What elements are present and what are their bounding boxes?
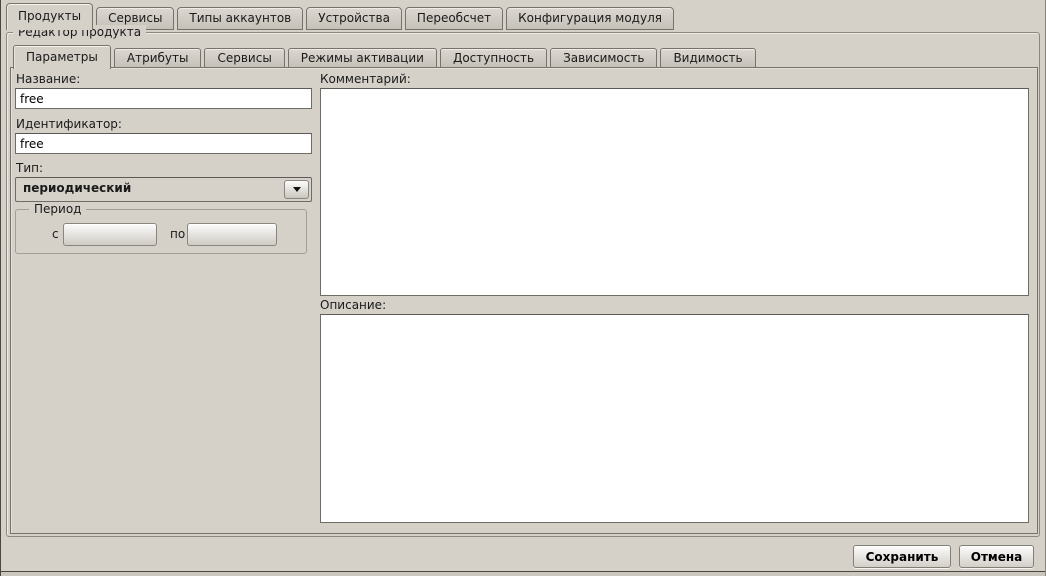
comment-label: Комментарий: <box>320 72 411 87</box>
save-button[interactable]: Сохранить <box>853 545 951 568</box>
type-label: Тип: <box>16 161 43 176</box>
tab-devices[interactable]: Устройства <box>306 7 402 30</box>
tab-dependency[interactable]: Зависимость <box>550 48 657 68</box>
parameters-panel: Название: Идентификатор: Тип: периодичес… <box>10 67 1038 534</box>
tab-products[interactable]: Продукты <box>6 3 93 30</box>
tab-visibility[interactable]: Видимость <box>660 48 755 68</box>
type-combobox[interactable]: периодический <box>15 177 312 202</box>
comment-textarea[interactable] <box>320 88 1029 296</box>
period-from-label: с <box>52 227 59 242</box>
period-to-label: по <box>170 227 185 242</box>
period-to-button[interactable] <box>187 223 277 246</box>
editor-tabstrip: Параметры Атрибуты Сервисы Режимы актива… <box>13 44 756 68</box>
name-input[interactable] <box>15 88 312 109</box>
application-window: Продукты Сервисы Типы аккаунтов Устройст… <box>0 0 1046 576</box>
tab-availability[interactable]: Доступность <box>440 48 547 68</box>
product-editor-groupbox: Редактор продукта Параметры Атрибуты Сер… <box>6 32 1040 537</box>
period-from-button[interactable] <box>63 223 157 246</box>
type-combobox-value: периодический <box>23 181 131 195</box>
identifier-input[interactable] <box>15 133 312 154</box>
window-bottom-border <box>1 571 1045 576</box>
period-title: Период <box>29 202 86 217</box>
description-textarea[interactable] <box>320 314 1029 523</box>
tab-module-config[interactable]: Конфигурация модуля <box>506 7 674 30</box>
tab-parameters[interactable]: Параметры <box>13 45 111 69</box>
tab-recalculation[interactable]: Переобсчет <box>405 7 503 30</box>
period-groupbox: Период с по <box>15 209 307 254</box>
tab-editor-services[interactable]: Сервисы <box>204 48 284 68</box>
description-label: Описание: <box>320 298 386 313</box>
chevron-down-icon <box>293 187 301 192</box>
type-combobox-arrow-button[interactable] <box>284 180 309 199</box>
cancel-button[interactable]: Отмена <box>959 545 1034 568</box>
tab-account-types[interactable]: Типы аккаунтов <box>177 7 303 30</box>
identifier-label: Идентификатор: <box>16 117 122 132</box>
name-label: Название: <box>16 72 80 87</box>
tab-attributes[interactable]: Атрибуты <box>114 48 202 68</box>
tab-activation-modes[interactable]: Режимы активации <box>288 48 437 68</box>
